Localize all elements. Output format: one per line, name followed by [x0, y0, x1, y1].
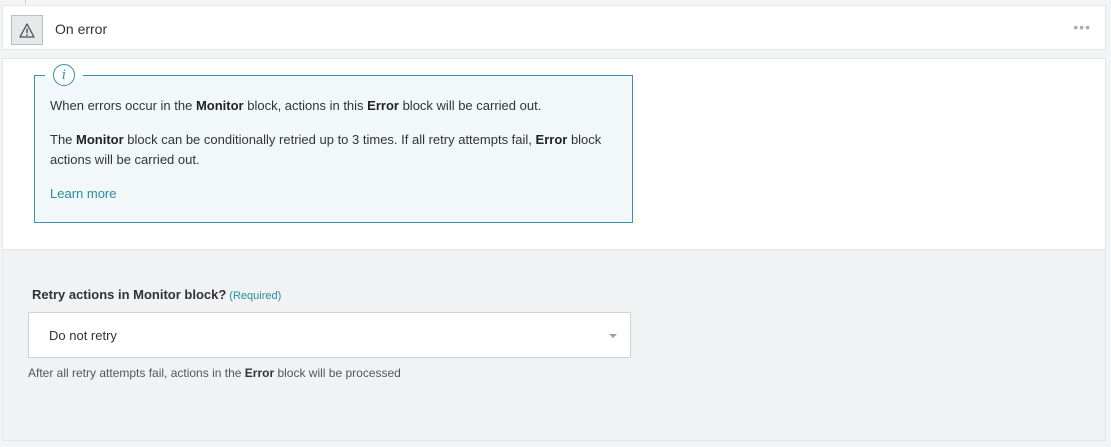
warning-triangle-icon	[11, 15, 43, 45]
info-text-line-2: The Monitor block can be conditionally r…	[50, 132, 602, 167]
flow-connector-line	[25, 0, 26, 4]
more-dots-icon[interactable]: •••	[1073, 20, 1091, 34]
required-indicator: (Required)	[229, 290, 282, 302]
retry-settings-section: Retry actions in Monitor block? (Required…	[2, 249, 1106, 441]
retry-select[interactable]: Do not retry	[28, 312, 631, 358]
retry-select-value: Do not retry	[49, 328, 117, 343]
chevron-down-icon	[609, 334, 617, 338]
retry-field-label: Retry actions in Monitor block? (Required…	[32, 287, 282, 302]
retry-hint-text: After all retry attempts fail, actions i…	[28, 366, 401, 380]
error-block-body: i When errors occur in the Monitor block…	[2, 58, 1106, 249]
info-text-line-1: When errors occur in the Monitor block, …	[50, 98, 542, 113]
learn-more-link[interactable]: Learn more	[50, 186, 116, 201]
info-circle-icon: i	[53, 64, 75, 86]
info-callout: i When errors occur in the Monitor block…	[34, 64, 633, 223]
on-error-header: On error •••	[2, 5, 1106, 50]
header-title: On error	[55, 21, 108, 37]
